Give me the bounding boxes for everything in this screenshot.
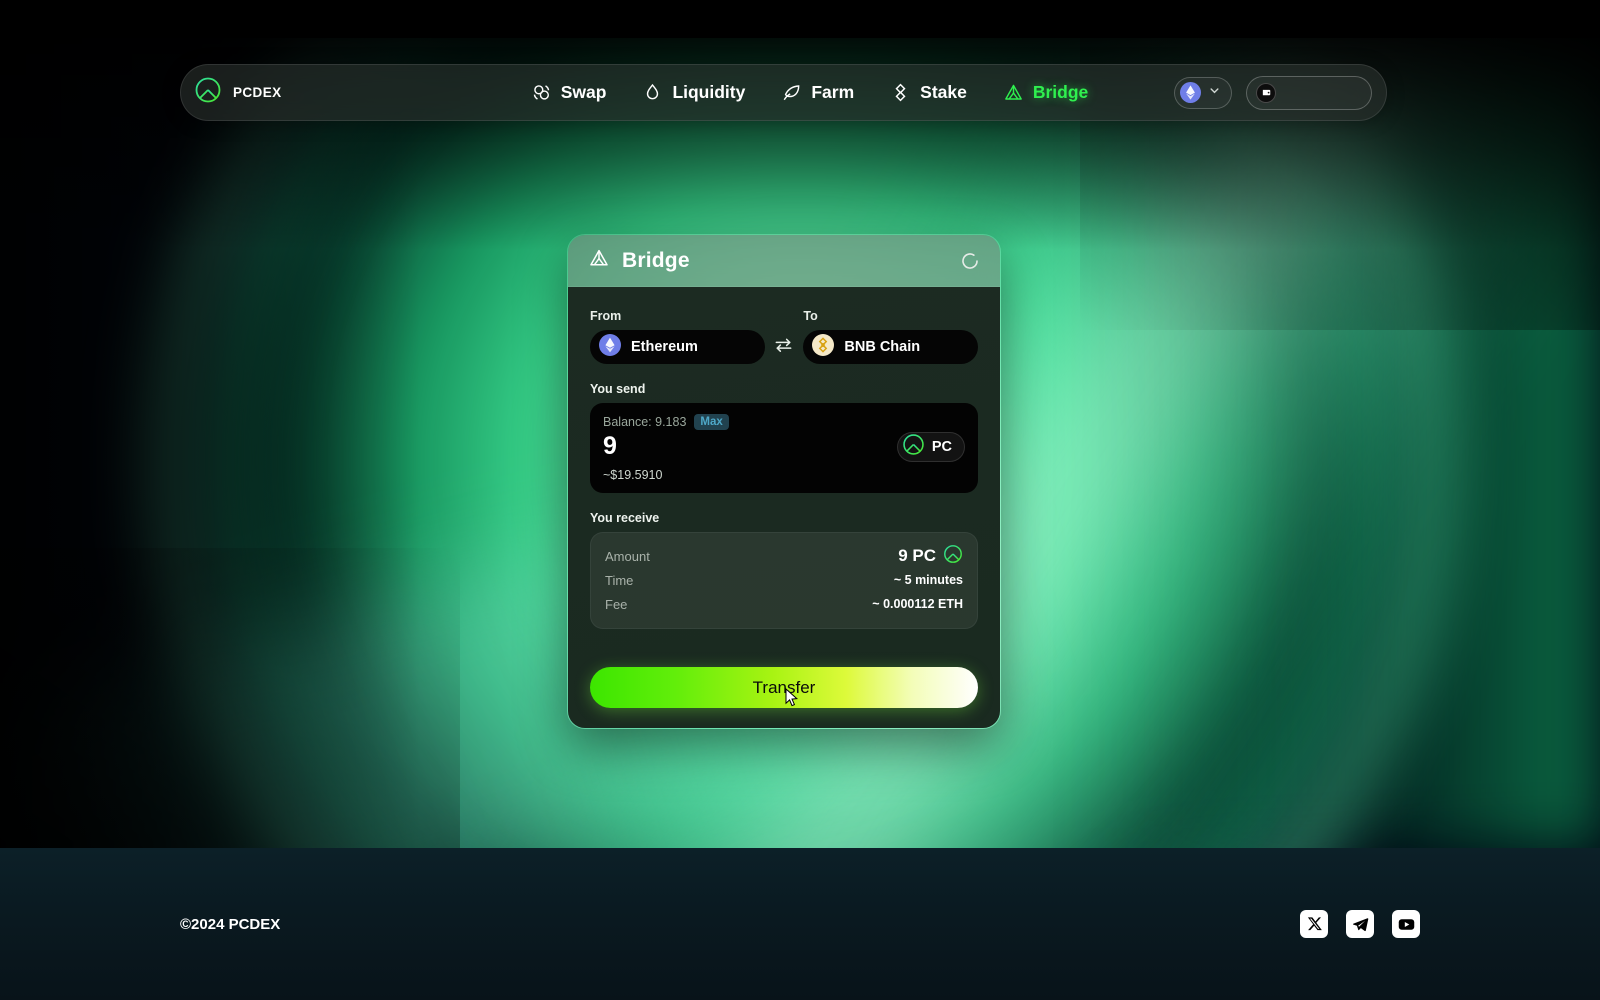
you-send-label: You send <box>590 382 646 396</box>
bridge-card: Bridge From Ethereum To BNB Chain You se… <box>567 234 1001 729</box>
nav-item-stake[interactable]: Stake <box>890 82 967 103</box>
you-send-box: Balance: 9.183 Max 9 ~$19.5910 PC <box>590 403 978 493</box>
nav-item-bridge-label: Bridge <box>1032 82 1089 102</box>
receive-time-value: ~ 5 minutes <box>893 573 963 587</box>
you-receive-box: Amount 9 PC Time ~ 5 minutes Fee ~ 0.000… <box>590 532 978 629</box>
brand-logo[interactable]: PCDEX <box>181 76 481 109</box>
site-footer: ©2024 PCDEX <box>0 848 1600 1000</box>
ethereum-icon <box>1180 82 1201 103</box>
nav-item-liquidity[interactable]: Liquidity <box>642 82 745 103</box>
main-navbar: PCDEX Swap Liquidity Farm Stake Bridge <box>180 64 1387 121</box>
receive-amount-key: Amount <box>605 548 650 564</box>
x-twitter-icon[interactable] <box>1300 910 1328 938</box>
browser-top-bar <box>0 0 1600 38</box>
page-title: Bridge <box>622 248 690 272</box>
brand-name: PCDEX <box>233 85 282 100</box>
receive-row-fee: Fee ~ 0.000112 ETH <box>605 592 963 616</box>
token-symbol: PC <box>931 439 952 455</box>
max-button[interactable]: Max <box>694 414 729 430</box>
app-root: PCDEX Swap Liquidity Farm Stake Bridge B… <box>0 0 1600 1000</box>
nav-item-farm-label: Farm <box>811 82 855 102</box>
receive-time-key: Time <box>605 572 634 588</box>
swap-arrows-icon <box>773 336 794 359</box>
nav-item-liquidity-label: Liquidity <box>672 82 746 102</box>
nav-item-farm[interactable]: Farm <box>781 82 854 103</box>
bnb-icon <box>812 333 835 361</box>
bridge-card-header-left: Bridge <box>588 247 690 274</box>
to-chain-select[interactable]: BNB Chain <box>803 330 978 364</box>
receive-fee-value: ~ 0.000112 ETH <box>872 597 963 611</box>
from-chain-select[interactable]: Ethereum <box>590 330 765 364</box>
from-chain-column: From Ethereum <box>590 309 765 364</box>
droplet-icon <box>642 82 663 103</box>
nav-item-bridge[interactable]: Bridge <box>1003 82 1088 103</box>
chain-route-row: From Ethereum To BNB Chain <box>590 309 978 364</box>
balance-text: Balance: 9.183 <box>603 415 687 429</box>
token-selector-button[interactable]: PC <box>896 432 965 462</box>
bridge-card-body: From Ethereum To BNB Chain You send Bala… <box>568 287 1000 728</box>
nav-item-swap[interactable]: Swap <box>531 82 607 103</box>
peace-sign-logo-icon <box>902 433 925 461</box>
balance-row: Balance: 9.183 Max <box>603 414 963 430</box>
receive-row-time: Time ~ 5 minutes <box>605 568 963 592</box>
send-usd-value: ~$19.5910 <box>603 468 663 482</box>
copyright-text: ©2024 PCDEX <box>180 915 281 933</box>
chain-selector-button[interactable] <box>1174 76 1232 109</box>
receive-amount-value: 9 PC <box>898 546 936 565</box>
you-receive-label: You receive <box>590 511 660 525</box>
to-chain-column: To BNB Chain <box>803 309 978 364</box>
peace-sign-logo-icon <box>194 76 222 109</box>
peace-sign-logo-icon <box>943 544 963 569</box>
bridge-card-header: Bridge <box>568 235 1000 287</box>
to-label: To <box>803 309 818 323</box>
ethereum-icon <box>599 333 621 361</box>
connect-wallet-button[interactable] <box>1246 75 1372 110</box>
from-label: From <box>590 309 622 323</box>
receive-row-amount: Amount 9 PC <box>605 544 963 568</box>
nav-right-actions <box>1174 75 1386 110</box>
telegram-icon[interactable] <box>1346 910 1374 938</box>
leaf-icon <box>781 82 802 103</box>
transfer-button[interactable]: Transfer <box>590 667 978 708</box>
refresh-spinner-icon[interactable] <box>960 251 980 271</box>
from-chain-name: Ethereum <box>631 339 698 355</box>
diamond-icon <box>890 82 911 103</box>
receive-fee-key: Fee <box>605 596 628 612</box>
wallet-icon <box>1256 82 1276 103</box>
aurora-tint-corner-bl <box>0 548 460 848</box>
nav-item-stake-label: Stake <box>920 82 967 102</box>
swap-icon <box>531 82 552 103</box>
receive-amount-value-group: 9 PC <box>898 544 963 569</box>
to-chain-name: BNB Chain <box>844 339 921 355</box>
nav-item-swap-label: Swap <box>560 82 607 102</box>
youtube-icon[interactable] <box>1392 910 1420 938</box>
prism-icon <box>588 247 610 274</box>
social-links <box>1300 910 1420 938</box>
nav-links: Swap Liquidity Farm Stake Bridge <box>445 82 1174 103</box>
chevron-down-icon <box>1208 84 1221 102</box>
swap-direction-button[interactable] <box>765 330 804 364</box>
prism-icon <box>1003 82 1024 103</box>
